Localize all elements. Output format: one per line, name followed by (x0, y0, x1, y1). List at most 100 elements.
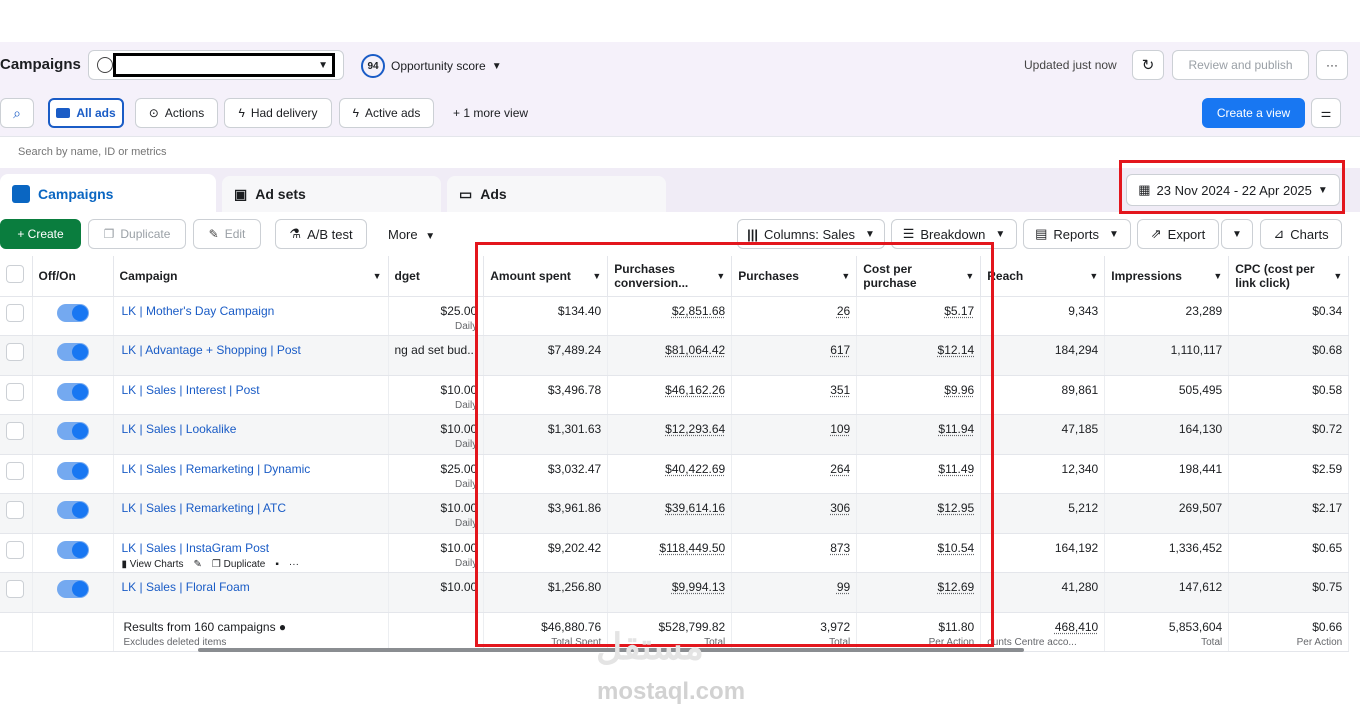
budget-cell: $25.00 Daily (388, 296, 485, 336)
row-pin-icon[interactable]: ▪ (275, 559, 279, 570)
campaign-name-link[interactable]: LK | Sales | Interest | Post (122, 383, 260, 397)
search-button[interactable]: ⌕ (0, 98, 34, 128)
delivery-toggle[interactable] (56, 303, 89, 322)
campaign-name-link[interactable]: LK | Mother's Day Campaign (122, 304, 275, 318)
campaign-name-cell[interactable]: LK | Sales | Remarketing | ATC (113, 493, 389, 534)
total-cpc: $0.66 (1312, 619, 1343, 634)
export-button[interactable]: ⇗ Export (1137, 219, 1219, 249)
select-all-checkbox[interactable] (6, 265, 24, 284)
delivery-toggle[interactable] (56, 422, 89, 440)
create-button[interactable]: + Create (0, 219, 81, 249)
row-duplicate[interactable]: ❐ Duplicate (212, 559, 265, 570)
row-select-cell[interactable] (0, 533, 33, 573)
sort-icon: ▼ (1089, 270, 1099, 281)
search-icon: ⌕ (13, 104, 21, 121)
more-options-button[interactable]: ··· (1316, 50, 1348, 80)
row-toggle-cell[interactable] (32, 493, 114, 534)
row-toggle-cell[interactable] (32, 572, 114, 613)
row-toggle-cell[interactable] (32, 296, 114, 336)
col-cpc[interactable]: CPC (cost per link click) ▼ (1228, 256, 1350, 297)
cpc-cell: $0.34 (1228, 296, 1350, 336)
charts-button[interactable]: ⊿ Charts (1260, 219, 1342, 249)
row-select-cell[interactable] (0, 493, 33, 534)
export-label: Export (1167, 226, 1206, 242)
campaign-name-link[interactable]: LK | Sales | Remarketing | Dynamic (122, 462, 311, 476)
col-campaign[interactable]: Campaign ▼ (113, 256, 389, 297)
delivery-toggle[interactable] (56, 540, 89, 559)
campaign-name-link[interactable]: LK | Sales | Floral Foam (122, 580, 250, 594)
col-impressions[interactable]: Impressions ▼ (1104, 256, 1230, 297)
view-had-delivery[interactable]: ϟ Had delivery (224, 98, 332, 128)
campaign-name-cell[interactable]: LK | Sales | Interest | Post (113, 375, 389, 415)
campaign-name-cell[interactable]: LK | Sales | Remarketing | Dynamic (113, 454, 389, 494)
row-toggle-cell[interactable] (32, 533, 114, 573)
col-budget[interactable]: dget (388, 256, 485, 297)
row-edit-icon[interactable]: ✎ (194, 559, 202, 570)
row-more-button[interactable]: ··· (289, 559, 299, 570)
row-select-cell[interactable] (0, 335, 33, 376)
row-select-cell[interactable] (0, 414, 33, 455)
row-select-cell[interactable] (0, 375, 33, 415)
row-view-charts[interactable]: ▮ View Charts (122, 559, 184, 570)
tab-ads[interactable]: ▭ Ads (447, 176, 666, 212)
view-actions[interactable]: ⊙ Actions (135, 98, 218, 128)
more-view-link[interactable]: + 1 more view (453, 106, 528, 120)
export-dropdown[interactable]: ▼ (1221, 219, 1253, 249)
row-checkbox[interactable] (6, 303, 24, 322)
row-checkbox[interactable] (6, 422, 24, 440)
campaign-name-link[interactable]: LK | Sales | Remarketing | ATC (122, 501, 287, 515)
opportunity-score[interactable]: 94 Opportunity score ▼ (361, 54, 502, 78)
row-toggle-cell[interactable] (32, 335, 114, 376)
row-checkbox[interactable] (6, 382, 24, 401)
row-checkbox[interactable] (6, 461, 24, 480)
row-checkbox[interactable] (6, 580, 24, 598)
row-checkbox[interactable] (6, 540, 24, 559)
campaign-name-link[interactable]: LK | Sales | InstaGram Post (122, 541, 270, 555)
duplicate-button[interactable]: ❐ Duplicate (88, 219, 186, 249)
reports-button[interactable]: ▤ Reports ▼ (1023, 219, 1131, 249)
campaign-name-cell[interactable]: LK | Advantage + Shopping | Post (113, 335, 389, 376)
view-all-ads[interactable]: All ads (48, 98, 124, 128)
sort-icon: ▼ (372, 270, 382, 281)
refresh-button[interactable]: ↻ (1132, 50, 1164, 80)
view-active-ads[interactable]: ϟ Active ads (339, 98, 434, 128)
row-checkbox[interactable] (6, 343, 24, 361)
campaign-name-cell[interactable]: LK | Mother's Day Campaign (113, 296, 389, 336)
score-badge: 94 (361, 54, 385, 78)
reach-cell: 164,192 (980, 533, 1106, 573)
view-settings-button[interactable]: ⚌ (1311, 98, 1341, 128)
review-publish-button[interactable]: Review and publish (1172, 50, 1309, 80)
campaign-name-cell[interactable]: LK | Sales | InstaGram Post ▮ View Charts… (113, 533, 389, 573)
row-toggle-cell[interactable] (32, 375, 114, 415)
row-select-cell[interactable] (0, 454, 33, 494)
edit-button[interactable]: ✎ Edit (193, 219, 261, 249)
ab-test-button[interactable]: ⚗ A/B test (275, 219, 367, 249)
delivery-toggle[interactable] (56, 461, 89, 480)
budget-value: $25.00 (440, 461, 478, 476)
row-select-cell[interactable] (0, 572, 33, 613)
budget-cell: ng ad set bud... (388, 335, 485, 376)
campaign-name-cell[interactable]: LK | Sales | Floral Foam (113, 572, 389, 613)
total-impressions-cell: 5,853,604 Total (1104, 612, 1230, 652)
delivery-toggle[interactable] (56, 501, 89, 519)
delivery-toggle[interactable] (56, 580, 89, 598)
reach-cell: 41,280 (980, 572, 1106, 613)
create-view-button[interactable]: Create a view (1202, 98, 1305, 128)
col-reach[interactable]: Reach ▼ (980, 256, 1106, 297)
campaign-name-link[interactable]: LK | Sales | Lookalike (122, 422, 237, 436)
campaign-name-cell[interactable]: LK | Sales | Lookalike (113, 414, 389, 455)
row-select-cell[interactable] (0, 296, 33, 336)
row-actions: ▮ View Charts ✎ ❐ Duplicate ▪ ··· (122, 559, 382, 570)
delivery-toggle[interactable] (56, 382, 89, 401)
row-toggle-cell[interactable] (32, 454, 114, 494)
row-toggle-cell[interactable] (32, 414, 114, 455)
tab-campaigns[interactable]: Campaigns (0, 174, 216, 214)
row-checkbox[interactable] (6, 501, 24, 519)
campaign-name-link[interactable]: LK | Advantage + Shopping | Post (122, 343, 301, 357)
select-all-cell[interactable] (0, 256, 33, 297)
delivery-toggle[interactable] (56, 343, 89, 361)
tab-ad-sets[interactable]: ▣ Ad sets (222, 176, 441, 212)
more-menu[interactable]: More ▼ (388, 227, 435, 242)
total-impressions: 5,853,604 (1168, 619, 1223, 634)
search-input[interactable] (16, 142, 1336, 162)
